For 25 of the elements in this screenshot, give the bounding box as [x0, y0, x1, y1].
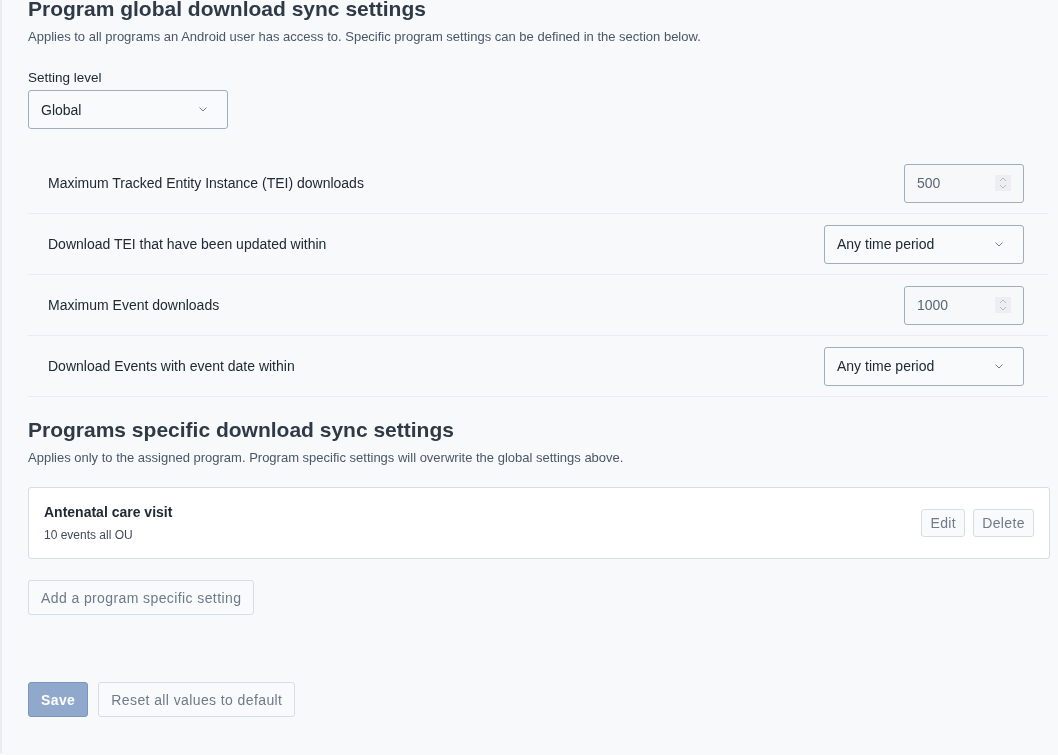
number-input[interactable]: 1000: [904, 285, 1024, 325]
spinner-icon: [995, 297, 1011, 313]
chevron-down-icon: [995, 363, 1003, 369]
chevron-down-icon: [995, 241, 1003, 247]
action-button[interactable]: Edit: [921, 509, 966, 537]
action-button[interactable]: Delete: [973, 509, 1034, 537]
setting-label: Maximum Tracked Entity Instance (TEI) downloads: [48, 175, 364, 191]
setting-label: Download Events with event date within: [48, 358, 295, 374]
setting-label: Maximum Event downloads: [48, 297, 220, 313]
period-select[interactable]: Any time period: [824, 346, 1024, 386]
section-title: Program global download sync settings: [28, 0, 427, 20]
number-input[interactable]: 500: [904, 163, 1024, 203]
footer-button[interactable]: Reset all values to default: [98, 682, 296, 717]
spinner-icon: [995, 175, 1011, 191]
field-label: Setting level: [28, 70, 103, 85]
section-description: Applies only to the assigned program. Program specific settings will overwrite the global settings above.: [28, 450, 625, 466]
section-title: Programs specific download sync settings: [28, 419, 455, 441]
setting-label: Download TEI that have been updated within: [48, 236, 327, 252]
setting-level-select[interactable]: Global: [28, 90, 228, 129]
chevron-down-icon: [199, 107, 207, 112]
section-description: Applies to all programs an Android user has access to. Specific program settings can be defined in the section below.: [28, 29, 702, 45]
add-setting-button[interactable]: Add a program specific setting: [28, 580, 255, 615]
program-summary: 10 events all OU: [44, 528, 134, 542]
program-name: Antenatal care visit: [44, 504, 173, 520]
period-select[interactable]: Any time period: [824, 224, 1024, 264]
